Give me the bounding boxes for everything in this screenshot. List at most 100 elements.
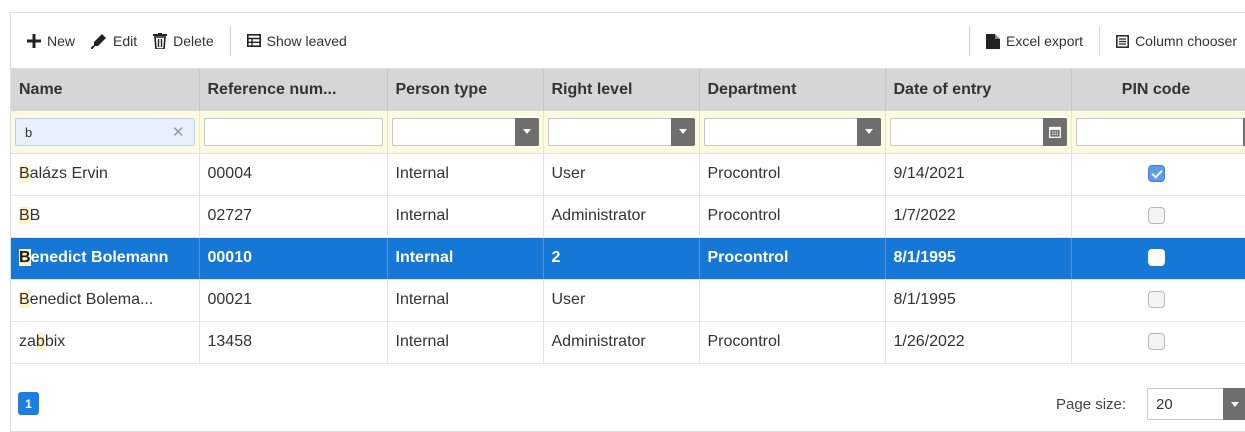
cell-person-type: Internal <box>387 195 544 238</box>
header-row: Name Reference num... Person type Right … <box>11 69 1245 111</box>
chevron-down-icon[interactable] <box>1223 388 1245 420</box>
cell-person-type: Internal <box>387 237 544 280</box>
person-type-filter-select[interactable] <box>391 117 539 146</box>
cell-date-of-entry: 8/1/1995 <box>885 237 1072 280</box>
chevron-down-icon[interactable] <box>514 117 539 146</box>
cell-name: Balázs Ervin <box>11 153 200 196</box>
grid-table: Name Reference num... Person type Right … <box>11 69 1245 364</box>
name-rest: enedict Bolema... <box>29 291 154 308</box>
column-chooser-button[interactable]: Column chooser <box>1108 26 1245 56</box>
table-icon <box>246 34 261 47</box>
cell-reference-number: 00021 <box>199 279 388 322</box>
calendar-icon[interactable] <box>1042 117 1067 146</box>
name-rest: bix <box>44 333 66 350</box>
cell-date-of-entry: 8/1/1995 <box>885 279 1072 322</box>
cell-department: Procontrol <box>699 237 886 280</box>
name-rest: enedict Bolemann <box>30 249 169 266</box>
cell-name: Benedict Bolemann <box>11 237 200 280</box>
cell-right-level: Administrator <box>543 321 700 364</box>
new-button-label: New <box>47 32 76 49</box>
show-leaved-button[interactable]: Show leaved <box>239 26 355 56</box>
toolbar-divider <box>229 25 231 56</box>
cell-pin-code <box>1071 321 1245 364</box>
cell-name: Benedict Bolema... <box>11 279 200 322</box>
name-filter-value: b <box>25 124 33 140</box>
cell-name: BB <box>11 195 200 238</box>
column-header-pin-code[interactable]: PIN code <box>1071 69 1245 111</box>
cell-department: Procontrol <box>699 195 886 238</box>
cell-date-of-entry: 1/7/2022 <box>885 195 1072 238</box>
cell-pin-code <box>1071 279 1245 322</box>
filter-cell-department <box>699 111 886 154</box>
page-button-1[interactable]: 1 <box>18 392 39 415</box>
cell-department: Procontrol <box>699 153 886 196</box>
cell-department: Procontrol <box>699 321 886 364</box>
column-header-department[interactable]: Department <box>699 69 886 111</box>
new-button[interactable]: New <box>19 26 83 56</box>
cell-pin-code <box>1071 153 1245 196</box>
filter-cell-person-type <box>387 111 544 154</box>
reference-number-filter-input[interactable] <box>203 117 383 146</box>
column-header-right-level[interactable]: Right level <box>543 69 700 111</box>
cell-pin-code <box>1071 195 1245 238</box>
cell-date-of-entry: 9/14/2021 <box>885 153 1072 196</box>
name-rest: alázs Ervin <box>29 165 108 182</box>
name-filter-input[interactable]: b ✕ <box>15 117 195 146</box>
cell-department <box>699 279 886 322</box>
chevron-down-icon[interactable] <box>856 117 881 146</box>
column-header-reference-number[interactable]: Reference num... <box>199 69 388 111</box>
edit-button[interactable]: Edit <box>83 26 145 56</box>
page-size-select[interactable]: 20 <box>1147 388 1245 420</box>
edit-button-label: Edit <box>113 32 138 49</box>
pin-code-filter-select[interactable] <box>1075 117 1245 146</box>
column-header-date-of-entry[interactable]: Date of entry <box>885 69 1072 111</box>
cell-right-level: 2 <box>543 237 700 280</box>
name-match-highlight: B <box>19 207 30 224</box>
right-level-filter-select[interactable] <box>547 117 695 146</box>
department-filter-select[interactable] <box>703 117 881 146</box>
grid-toolbar: New Edit Delete Show leaved Excel export… <box>11 13 1245 69</box>
cell-reference-number: 00010 <box>199 237 388 280</box>
page-size-value: 20 <box>1156 396 1173 413</box>
toolbar-divider <box>1099 26 1101 56</box>
filter-row: b ✕ <box>11 111 1245 154</box>
pin-code-checkbox[interactable] <box>1147 291 1165 309</box>
cell-person-type: Internal <box>387 279 544 322</box>
column-header-person-type[interactable]: Person type <box>387 69 544 111</box>
toolbar-right-group: Excel export Column chooser <box>961 26 1245 56</box>
chevron-down-icon[interactable] <box>670 117 695 146</box>
cell-reference-number: 00004 <box>199 153 388 196</box>
table-row[interactable]: Benedict Bolema... 00021 Internal User 8… <box>11 279 1245 322</box>
table-row[interactable]: BB 02727 Internal Administrator Procontr… <box>11 195 1245 238</box>
filter-cell-right-level <box>543 111 700 154</box>
excel-export-label: Excel export <box>1006 33 1084 49</box>
pin-code-checkbox[interactable] <box>1147 207 1165 225</box>
pin-code-checkbox[interactable] <box>1147 249 1165 267</box>
excel-export-button[interactable]: Excel export <box>978 26 1091 56</box>
pin-code-checkbox[interactable] <box>1147 165 1165 183</box>
filter-cell-pin-code <box>1071 111 1245 154</box>
name-match-highlight: B <box>19 165 30 182</box>
delete-button[interactable]: Delete <box>145 26 221 56</box>
filter-cell-name: b ✕ <box>11 111 200 154</box>
table-row[interactable]: Balázs Ervin 00004 Internal User Procont… <box>11 153 1245 196</box>
column-header-name[interactable]: Name <box>11 69 200 111</box>
toolbar-divider <box>969 26 971 56</box>
filter-cell-date-of-entry <box>885 111 1072 154</box>
pin-code-checkbox[interactable] <box>1147 333 1165 351</box>
cell-right-level: User <box>543 279 700 322</box>
show-leaved-label: Show leaved <box>266 32 347 49</box>
table-row[interactable]: zabbix 13458 Internal Administrator Proc… <box>11 321 1245 364</box>
excel-export-icon <box>986 33 1001 49</box>
table-row-selected[interactable]: Benedict Bolemann 00010 Internal 2 Proco… <box>11 237 1245 280</box>
trash-icon <box>153 32 168 49</box>
filter-cell-reference-number <box>199 111 388 154</box>
cell-name: zabbix <box>11 321 200 364</box>
grid-pager: 1 Page size: 20 <box>11 376 1245 431</box>
page-size-label: Page size: <box>1056 396 1127 413</box>
clear-filter-icon[interactable]: ✕ <box>172 123 185 141</box>
pencil-icon <box>91 33 107 49</box>
column-chooser-icon <box>1116 34 1130 48</box>
name-prefix: za <box>19 333 36 350</box>
date-of-entry-filter-input[interactable] <box>889 117 1067 146</box>
